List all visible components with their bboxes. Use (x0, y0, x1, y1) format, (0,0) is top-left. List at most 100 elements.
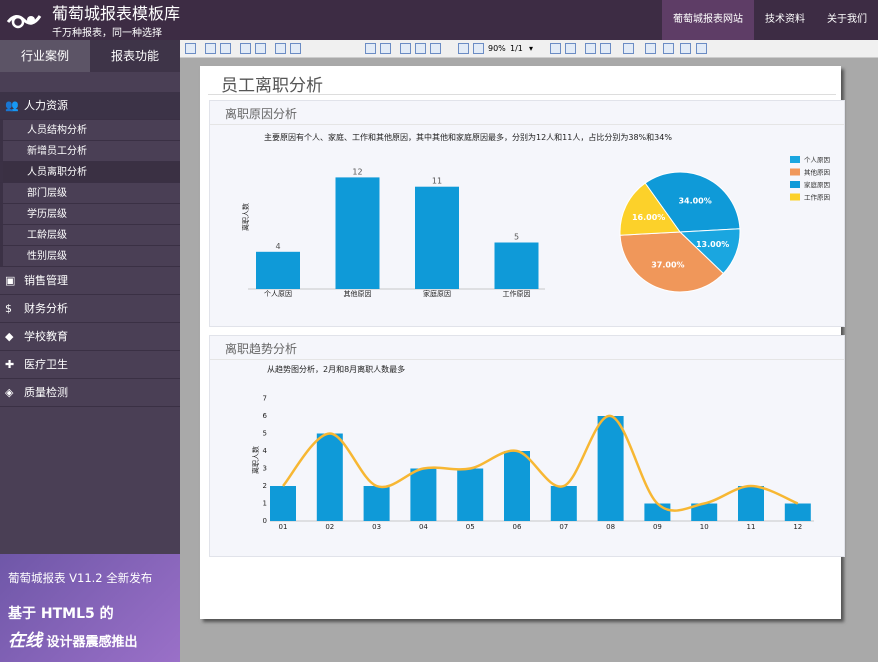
group-label: 质量检测 (24, 386, 68, 399)
promo-line3-text: 设计器震感推出 (42, 635, 138, 650)
pan-hand-icon[interactable] (663, 43, 674, 54)
bar-3 (415, 186, 459, 289)
tab-report-features[interactable]: 报表功能 (90, 40, 180, 72)
sidebar-group-finance[interactable]: $ 财务分析 (0, 295, 180, 323)
nav-about[interactable]: 关于我们 (816, 0, 878, 40)
back-icon[interactable] (585, 43, 596, 54)
promo-line2: 基于 HTML5 的 (8, 606, 114, 622)
bar-11 (738, 486, 764, 521)
sidebar-item-education[interactable]: 学历层级 (0, 204, 180, 225)
sidebar-group-medical[interactable]: ✚ 医疗卫生 (0, 351, 180, 379)
y-tick-label: 4 (263, 447, 268, 455)
parameters-icon[interactable] (696, 43, 707, 54)
next-page-icon[interactable] (550, 43, 561, 54)
sidebar-item-turnover[interactable]: 人员离职分析 (0, 162, 180, 183)
graduation-cap-icon: ◆ (5, 330, 14, 343)
legend-label: 工作原因 (804, 193, 830, 202)
x-tick-label: 06 (513, 523, 522, 531)
legend-swatch (790, 168, 800, 176)
toggle-sidebar-icon[interactable] (185, 43, 196, 54)
x-tick-label: 03 (372, 523, 381, 531)
trend-line (282, 414, 799, 512)
x-tick-label: 01 (279, 523, 288, 531)
medical-kit-icon: ✚ (5, 358, 15, 371)
print-icon[interactable] (205, 43, 216, 54)
x-tick-label: 11 (747, 523, 756, 531)
find-icon[interactable] (255, 43, 266, 54)
single-page-icon[interactable] (400, 43, 411, 54)
brand-title: 葡萄城报表模板库 (52, 4, 181, 23)
pie-legend: 个人原因其他原因家庭原因工作原因 (790, 156, 830, 202)
y-tick-label: 2 (263, 482, 267, 490)
sidebar-item-structure[interactable]: 人员结构分析 (0, 120, 180, 141)
nav-tech-docs[interactable]: 技术资料 (754, 0, 816, 40)
pie-value-label: 37.00% (651, 261, 684, 270)
group-label: 学校教育 (24, 330, 68, 343)
fit-width-icon[interactable] (365, 43, 376, 54)
x-tick-label: 02 (325, 523, 334, 531)
multi-page-icon[interactable] (430, 43, 441, 54)
trend-bars: 0123456701 02 03 04 05 06 07 08 09 10 11 12 (263, 395, 814, 531)
prev-page-icon[interactable] (473, 43, 484, 54)
trend-description: 从趋势图分析，2月和8月离职人数最多 (267, 364, 405, 374)
reason-bar-chart: 4 个人原因 12 其他原因 11 家庭原因 5 工作原因 (248, 167, 545, 298)
trend-ylabel: 离职人数 (251, 446, 260, 474)
sidebar-item-new-staff[interactable]: 新增员工分析 (0, 141, 180, 162)
forward-icon[interactable] (600, 43, 611, 54)
zoom-out-icon[interactable] (275, 43, 286, 54)
top-nav: 葡萄城报表网站 技术资料 关于我们 (662, 0, 878, 40)
people-icon: 👥 (5, 99, 19, 112)
refresh-icon[interactable] (645, 43, 656, 54)
sidebar-group-sales[interactable]: ▣ 销售管理 (0, 267, 180, 295)
brand-slogan: 千万种报表，同一种选择 (52, 28, 162, 39)
promo-line1: 葡萄城报表 V11.2 全新发布 (8, 571, 153, 585)
promo-banner[interactable]: 葡萄城报表 V11.2 全新发布 基于 HTML5 的 在线 设计器震感推出 (0, 554, 180, 662)
reason-panel: 离职原因分析 主要原因有个人、家庭、工作和其他原因，其中其他和家庭原因最多，分别… (209, 100, 845, 327)
bar-01 (270, 486, 296, 521)
logo-icon (6, 15, 42, 29)
sidebar-group-education[interactable]: ◆ 学校教育 (0, 323, 180, 351)
x-tick-label: 07 (559, 523, 568, 531)
bar-2 (335, 177, 380, 289)
sidebar-item-department[interactable]: 部门层级 (0, 183, 180, 204)
bar-06 (504, 451, 530, 521)
legend-swatch (790, 156, 800, 163)
nav-website[interactable]: 葡萄城报表网站 (662, 0, 754, 40)
reason-description: 主要原因有个人、家庭、工作和其他原因，其中其他和家庭原因最多，分别为12人和11… (264, 132, 672, 142)
reason-ylabel: 离职人数 (241, 203, 250, 231)
first-page-icon[interactable] (458, 43, 469, 54)
bar-02 (316, 433, 343, 521)
top-bar: 葡萄城报表模板库 千万种报表，同一种选择 葡萄城报表网站 技术资料 关于我们 (0, 0, 878, 40)
last-page-icon[interactable] (565, 43, 576, 54)
page-indicator[interactable]: 1/1 (510, 42, 523, 56)
sidebar-item-gender[interactable]: 性别层级 (0, 246, 180, 267)
legend-swatch (790, 181, 800, 188)
x-tick-label: 10 (700, 523, 709, 531)
export-icon[interactable] (220, 43, 231, 54)
copy-icon[interactable] (240, 43, 251, 54)
sidebar-group-quality[interactable]: ◈ 质量检测 (0, 379, 180, 407)
parent-report-icon[interactable] (623, 43, 634, 54)
zoom-in-icon[interactable] (290, 43, 301, 54)
fit-page-icon[interactable] (380, 43, 391, 54)
x-tick-label: 其他原因 (344, 289, 372, 298)
bar-04 (410, 468, 437, 521)
bar-08 (597, 416, 624, 521)
sidebar-item-seniority[interactable]: 工龄层级 (0, 225, 180, 246)
x-tick-label: 工作原因 (503, 289, 531, 298)
x-tick-label: 04 (419, 523, 428, 531)
x-tick-label: 09 (653, 523, 662, 531)
x-tick-label: 个人原因 (264, 290, 292, 298)
select-text-icon[interactable] (680, 43, 691, 54)
tab-industry-cases[interactable]: 行业案例 (0, 40, 90, 72)
legend-label: 其他原因 (804, 168, 830, 177)
continuous-icon[interactable] (415, 43, 426, 54)
sidebar-group-hr[interactable]: 👥 人力资源 (0, 92, 180, 120)
legend-label: 家庭原因 (804, 180, 830, 189)
legend-swatch (790, 193, 800, 201)
y-tick-label: 7 (263, 395, 267, 403)
report-viewport[interactable]: 员工离职分析 离职原因分析 主要原因有个人、家庭、工作和其他原因，其中其他和家庭… (180, 58, 878, 662)
y-tick-label: 6 (263, 412, 268, 420)
x-tick-label: 家庭原因 (423, 289, 451, 298)
report-page: 员工离职分析 离职原因分析 主要原因有个人、家庭、工作和其他原因，其中其他和家庭… (200, 66, 845, 619)
